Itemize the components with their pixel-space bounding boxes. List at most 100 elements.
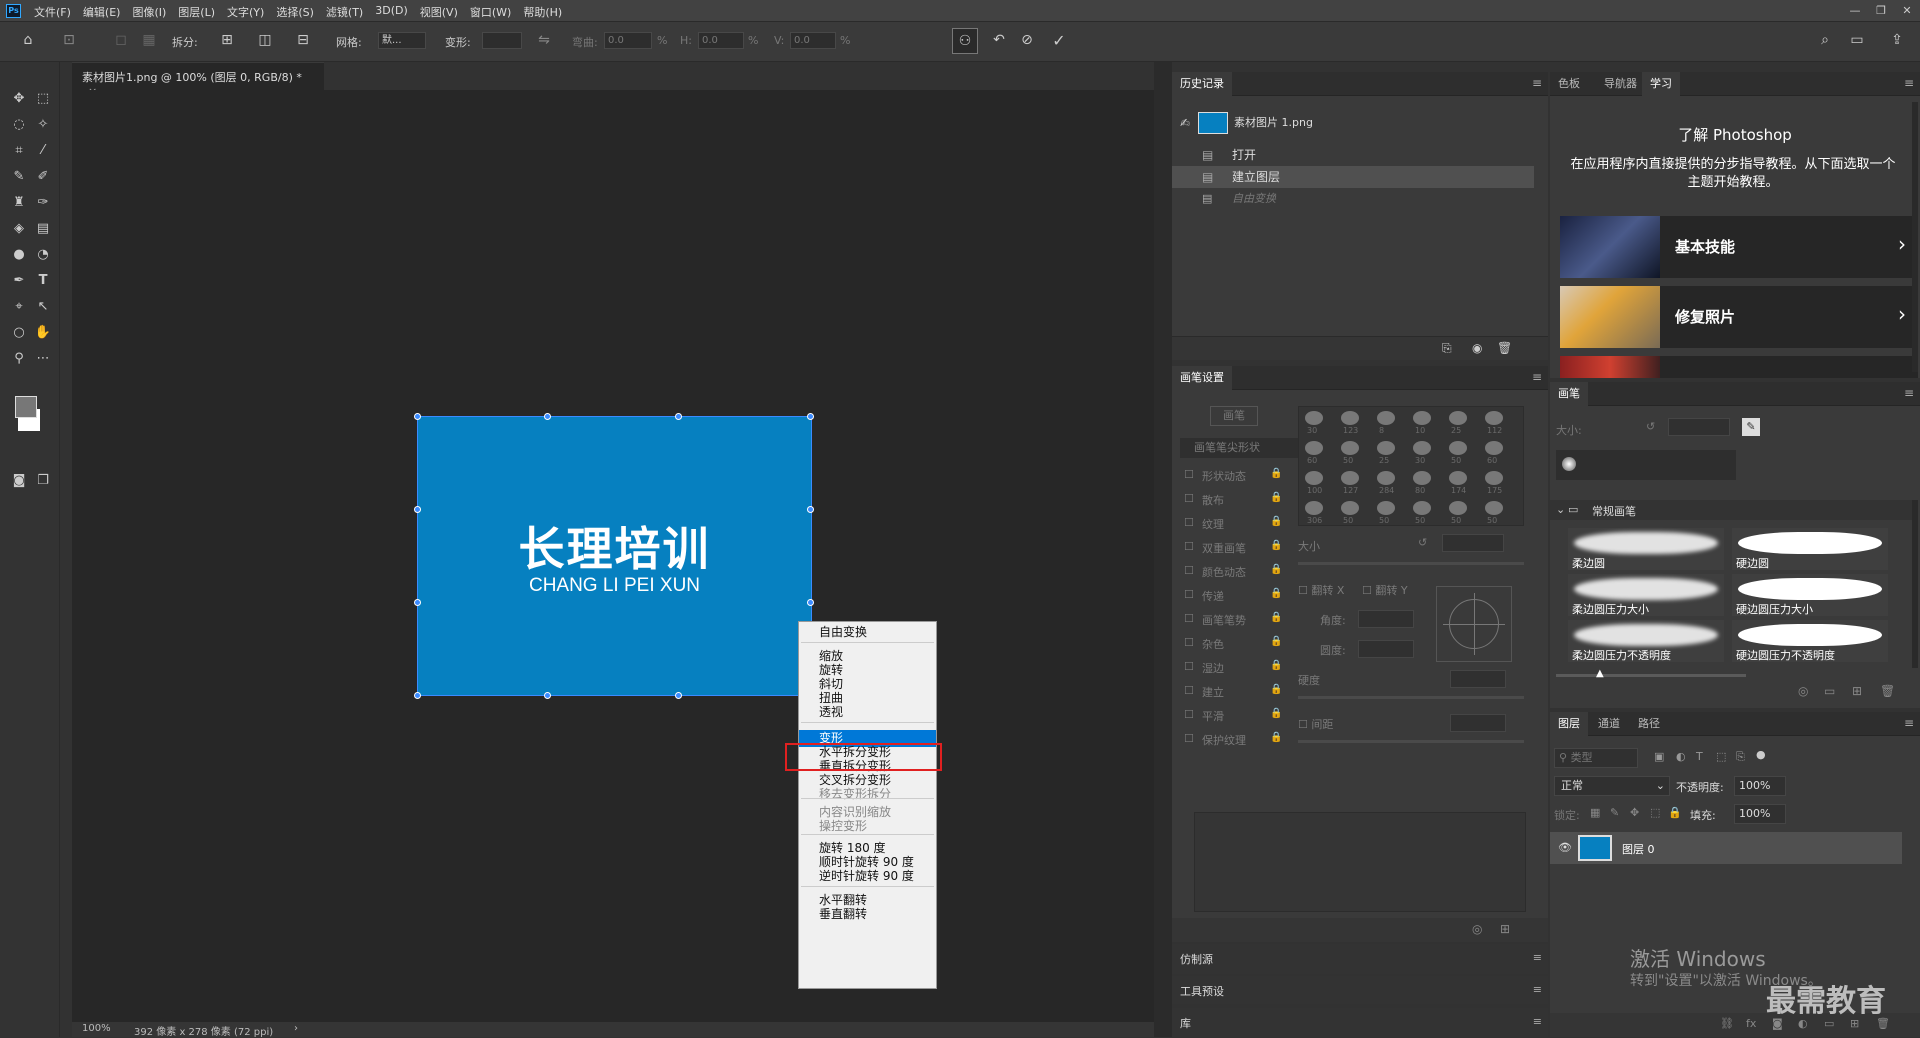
- context-menu-item[interactable]: 逆时针旋转 90 度: [799, 868, 936, 885]
- brush-option-checkbox[interactable]: ☐: [1184, 564, 1194, 577]
- history-item[interactable]: ▤ 打开: [1172, 144, 1534, 166]
- panel-menu-icon[interactable]: ≡: [1532, 370, 1542, 384]
- split-crosswise-icon[interactable]: ⊞: [218, 32, 236, 48]
- learn-card-basic[interactable]: 基本技能 ›: [1560, 216, 1918, 278]
- brush-tip[interactable]: [1413, 501, 1431, 515]
- brush-option-checkbox[interactable]: ☐: [1184, 612, 1194, 625]
- menu-item[interactable]: 图像(I): [132, 4, 166, 20]
- tool-presets-title[interactable]: 工具预设: [1180, 983, 1224, 999]
- trash-icon[interactable]: 🗑: [1497, 341, 1512, 355]
- close-icon[interactable]: ✕: [1894, 0, 1920, 22]
- lock-icon[interactable]: 🔒: [1270, 684, 1282, 695]
- screen-mode-icon[interactable]: ❐: [32, 470, 54, 492]
- tab-layers[interactable]: 图层: [1550, 712, 1588, 736]
- lock-icon[interactable]: 🔒: [1270, 564, 1282, 575]
- lock-pixels-icon[interactable]: ✎: [1610, 806, 1619, 819]
- brush-tip[interactable]: [1341, 441, 1359, 455]
- lock-icon[interactable]: 🔒: [1270, 660, 1282, 671]
- lock-icon[interactable]: 🔒: [1270, 588, 1282, 599]
- tab-navigator[interactable]: 导航器: [1596, 72, 1645, 96]
- panel-menu-icon[interactable]: ≡: [1904, 76, 1914, 90]
- artwork-layer[interactable]: 长理培训 CHANG LI PEI XUN: [417, 416, 812, 696]
- layer-row[interactable]: 👁 图层 0: [1550, 832, 1902, 864]
- roundness-input[interactable]: [1358, 640, 1414, 658]
- pen-tool-icon[interactable]: ✒: [8, 270, 30, 292]
- menu-item[interactable]: 3D(D): [375, 4, 408, 20]
- lock-transparency-icon[interactable]: ▦: [1590, 806, 1600, 819]
- tab-learn[interactable]: 学习: [1642, 72, 1680, 96]
- direct-select-icon[interactable]: ↖: [32, 296, 54, 318]
- h-input[interactable]: 0.0: [698, 32, 744, 49]
- brush-tip[interactable]: [1449, 471, 1467, 485]
- tab-swatches[interactable]: 色板: [1550, 72, 1588, 96]
- transform-handle[interactable]: [544, 413, 551, 420]
- flip-x-checkbox[interactable]: ☐ 翻转 X: [1298, 582, 1344, 598]
- brush-option-checkbox[interactable]: ☐: [1184, 588, 1194, 601]
- warp-mode-icon[interactable]: ⚇: [952, 28, 978, 54]
- context-menu-item[interactable]: 自由变换: [799, 624, 936, 641]
- brush-option-checkbox[interactable]: ☐: [1184, 492, 1194, 505]
- zoom-tool-icon[interactable]: ⚲: [8, 348, 30, 370]
- brush-tip[interactable]: [1305, 471, 1323, 485]
- brush-tip[interactable]: [1485, 471, 1503, 485]
- brush-option-checkbox[interactable]: ☐: [1184, 468, 1194, 481]
- grid-select[interactable]: 默...: [378, 32, 426, 49]
- minimize-icon[interactable]: —: [1842, 0, 1868, 22]
- brush-tip[interactable]: [1341, 471, 1359, 485]
- lock-icon[interactable]: 🔒: [1270, 516, 1282, 527]
- transform-handle[interactable]: [544, 692, 551, 699]
- menu-item[interactable]: 文字(Y): [227, 4, 264, 20]
- reset-size-icon[interactable]: ↺: [1418, 536, 1427, 549]
- lasso-tool-icon[interactable]: ◌: [8, 114, 30, 136]
- filter-toggle-icon[interactable]: ●: [1756, 748, 1766, 761]
- library-title[interactable]: 库: [1180, 1015, 1191, 1031]
- hand-tool-icon[interactable]: ✋: [32, 322, 54, 344]
- brush-tip[interactable]: [1449, 501, 1467, 515]
- camera-icon[interactable]: ◉: [1472, 341, 1482, 355]
- brush-option-checkbox[interactable]: ☐: [1184, 540, 1194, 553]
- brush-preset[interactable]: 硬边圆压力不透明度: [1732, 620, 1888, 662]
- lock-icon[interactable]: 🔒: [1270, 540, 1282, 551]
- angle-input[interactable]: [1358, 610, 1414, 628]
- lock-icon[interactable]: 🔒: [1270, 612, 1282, 623]
- quick-mask-icon[interactable]: ◙: [8, 470, 30, 492]
- brush-presets-button[interactable]: 画笔: [1210, 406, 1258, 426]
- status-menu-icon[interactable]: ›: [294, 1023, 298, 1034]
- menu-item[interactable]: 编辑(E): [83, 4, 121, 20]
- menu-item[interactable]: 图层(L): [178, 4, 215, 20]
- learn-scrollbar[interactable]: [1912, 102, 1918, 372]
- zoom-level[interactable]: 100%: [82, 1023, 111, 1034]
- brush-tip[interactable]: [1485, 441, 1503, 455]
- lock-all-icon[interactable]: 🔒: [1668, 806, 1682, 819]
- lock-icon[interactable]: 🔒: [1270, 732, 1282, 743]
- angle-preview[interactable]: [1436, 586, 1512, 662]
- panel-menu-icon[interactable]: ≡: [1904, 716, 1914, 730]
- marquee-tool-icon[interactable]: ⬚: [32, 88, 54, 110]
- brush-tip[interactable]: [1485, 411, 1503, 425]
- brush-tip[interactable]: [1305, 501, 1323, 515]
- lock-artboard-icon[interactable]: ⬚: [1650, 806, 1660, 819]
- tab-history[interactable]: 历史记录: [1172, 72, 1232, 96]
- brush-option-checkbox[interactable]: ☐: [1184, 516, 1194, 529]
- trash-icon[interactable]: 🗑: [1880, 684, 1895, 698]
- brush-preset[interactable]: 柔边圆压力不透明度: [1568, 620, 1724, 662]
- blur-tool-icon[interactable]: ●: [8, 244, 30, 266]
- spacing-checkbox[interactable]: ☐ 间距: [1298, 716, 1333, 732]
- tab-brush-settings[interactable]: 画笔设置: [1172, 366, 1232, 390]
- brush-tip[interactable]: [1413, 471, 1431, 485]
- dodge-tool-icon[interactable]: ◔: [32, 244, 54, 266]
- restore-icon[interactable]: ❐: [1868, 0, 1894, 22]
- brush-tip[interactable]: [1305, 441, 1323, 455]
- brush-preset[interactable]: 硬边圆压力大小: [1732, 574, 1888, 616]
- tab-brushes[interactable]: 画笔: [1550, 382, 1588, 406]
- hardness-slider[interactable]: [1298, 696, 1524, 699]
- brush-tip[interactable]: [1377, 501, 1395, 515]
- hardness-input[interactable]: [1450, 670, 1506, 688]
- brushes-scrollbar[interactable]: [1912, 500, 1918, 668]
- menu-item[interactable]: 视图(V): [420, 4, 458, 20]
- transform-handle[interactable]: [675, 692, 682, 699]
- transform-handle[interactable]: [807, 506, 814, 513]
- panel-menu-icon[interactable]: ≡: [1533, 951, 1542, 964]
- brush-option-checkbox[interactable]: ☐: [1184, 732, 1194, 745]
- panel-menu-icon[interactable]: ≡: [1533, 1015, 1542, 1028]
